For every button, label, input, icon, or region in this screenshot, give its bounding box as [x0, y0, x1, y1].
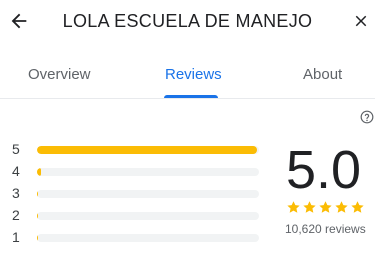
rating-bar-fill	[37, 234, 39, 242]
rating-bar-track	[37, 190, 259, 198]
star-icon	[351, 201, 364, 213]
rating-bar-track	[37, 146, 259, 154]
rating-bar-fill	[37, 168, 42, 176]
rating-row-label: 4	[12, 163, 20, 179]
rating-row-1: 1	[12, 226, 262, 248]
tab-about[interactable]: About	[303, 66, 342, 83]
star-rating	[286, 200, 366, 216]
tab-overview[interactable]: Overview	[28, 66, 91, 83]
rating-bar-track	[37, 168, 259, 176]
rating-row-5: 5	[12, 138, 262, 160]
average-rating: 5.0	[286, 140, 362, 200]
page-title: LOLA ESCUELA DE MANEJO	[62, 11, 313, 31]
rating-bar-track	[37, 212, 259, 220]
review-count[interactable]: 10,620 reviews	[285, 222, 366, 236]
tab-bar: Overview Reviews About	[0, 52, 375, 98]
rating-row-label: 3	[12, 185, 20, 201]
help-icon[interactable]	[360, 110, 374, 124]
header: LOLA ESCUELA DE MANEJO	[0, 0, 375, 44]
star-icon	[319, 201, 332, 213]
tab-reviews[interactable]: Reviews	[165, 66, 222, 83]
rating-bar-fill	[37, 146, 257, 154]
rating-bar-fill	[37, 212, 39, 220]
rating-row-2: 2	[12, 204, 262, 226]
rating-row-4: 4	[12, 160, 262, 182]
star-icon	[335, 201, 348, 213]
rating-bar-fill	[37, 190, 39, 198]
rating-row-label: 1	[12, 229, 20, 245]
rating-row-label: 2	[12, 207, 20, 223]
star-icon	[287, 201, 300, 213]
star-icon	[303, 201, 316, 213]
close-icon[interactable]	[352, 12, 370, 30]
rating-row-3: 3	[12, 182, 262, 204]
arrow-left-icon[interactable]	[8, 10, 30, 32]
divider	[0, 98, 375, 99]
rating-bar-track	[37, 234, 259, 242]
rating-distribution: 5 4 3 2 1	[12, 138, 262, 248]
rating-row-label: 5	[12, 141, 20, 157]
